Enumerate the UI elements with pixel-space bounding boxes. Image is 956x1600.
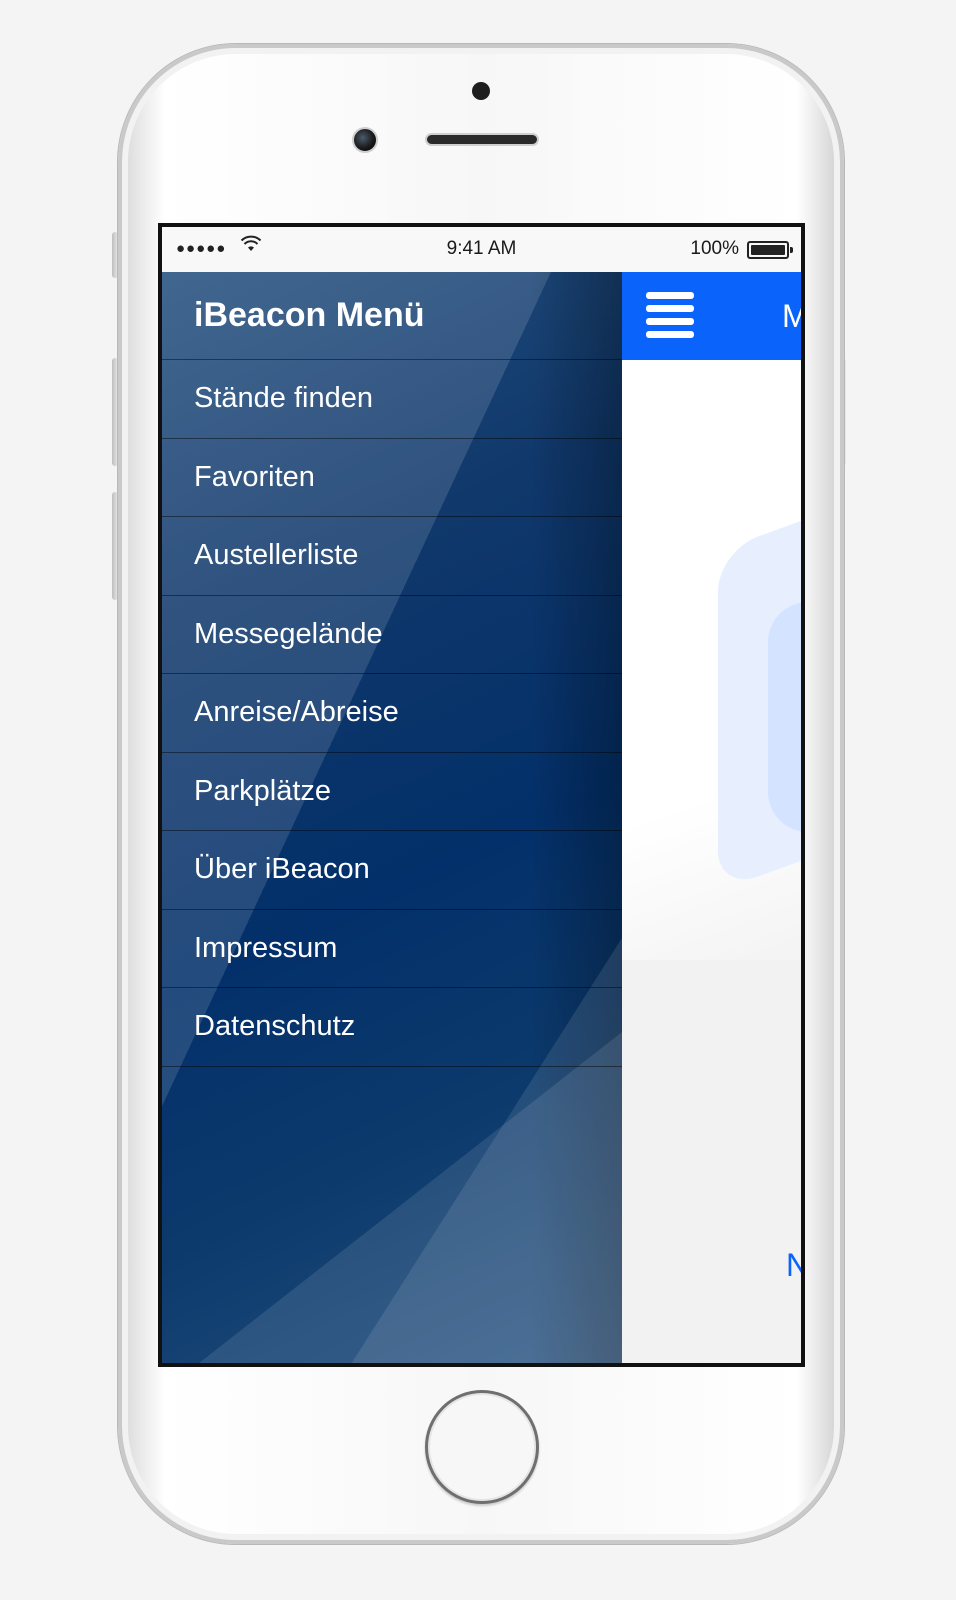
main-title: M (782, 298, 801, 335)
menu-item-ueber-ibeacon[interactable]: Über iBeacon (162, 831, 622, 910)
menu-list: Stände finden Favoriten Austellerliste M… (162, 360, 622, 1067)
status-bar: ●●●●● 9:41 AM 100% (162, 227, 801, 272)
battery-icon (747, 241, 793, 259)
menu-item-parkplaetze[interactable]: Parkplätze (162, 753, 622, 831)
menu-item-messegelaende[interactable]: Messegelände (162, 596, 622, 674)
proximity-sensor (472, 82, 490, 100)
main-content: M N (622, 272, 801, 1363)
home-button[interactable] (425, 1390, 539, 1504)
side-menu: iBeacon Menü Stände finden Favoriten Aus… (162, 272, 622, 1363)
hamburger-menu-icon[interactable] (646, 290, 694, 340)
phone-screen: ●●●●● 9:41 AM 100% M N iBeacon Menü Stän… (158, 223, 805, 1367)
menu-item-austellerliste[interactable]: Austellerliste (162, 517, 622, 596)
earpiece-speaker (425, 133, 539, 146)
menu-item-impressum[interactable]: Impressum (162, 910, 622, 988)
main-navbar: M (622, 272, 801, 360)
main-link[interactable]: N (786, 1247, 801, 1284)
beacon-illustration-inner (768, 602, 801, 832)
menu-item-datenschutz[interactable]: Datenschutz (162, 988, 622, 1067)
menu-item-staende-finden[interactable]: Stände finden (162, 360, 622, 439)
battery-percentage: 100% (690, 238, 739, 259)
menu-item-favoriten[interactable]: Favoriten (162, 439, 622, 517)
menu-title: iBeacon Menü (162, 272, 622, 360)
front-camera (352, 127, 378, 153)
menu-item-anreise-abreise[interactable]: Anreise/Abreise (162, 674, 622, 753)
